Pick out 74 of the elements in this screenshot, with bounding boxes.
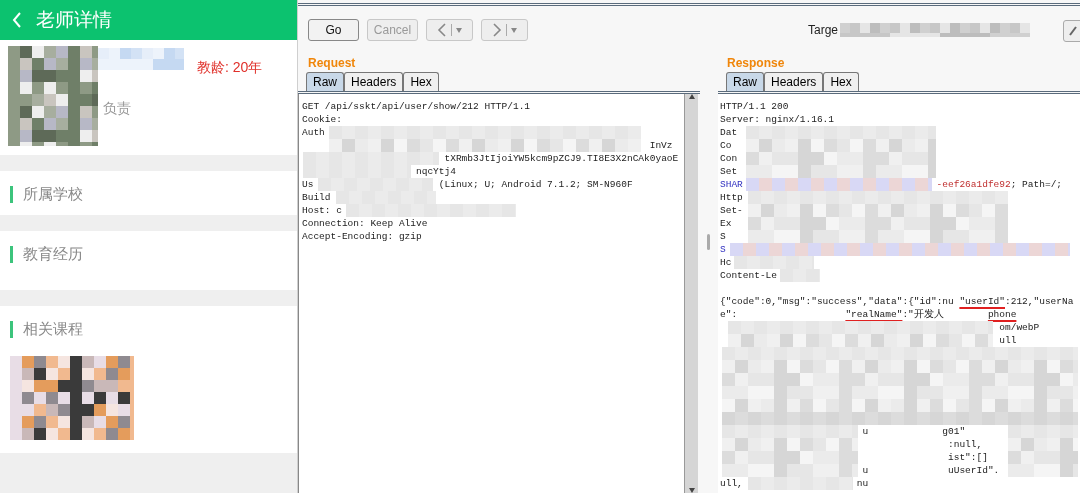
code-text: :null, xyxy=(948,438,983,451)
down-arrow-icon xyxy=(688,488,695,493)
section-marker xyxy=(10,185,13,203)
request-editor[interactable] xyxy=(298,94,684,493)
code-text: S xyxy=(720,230,726,243)
code-text: "userId":212,"userNa xyxy=(959,295,1074,308)
toolbar-button[interactable]: Go xyxy=(308,19,359,41)
code-text: e": xyxy=(720,308,738,321)
code-text: uUserId". xyxy=(948,464,1000,477)
code-text: phone xyxy=(987,308,1017,321)
code-text: Http xyxy=(720,191,743,204)
code-text: "realName":"开发人 xyxy=(845,308,944,321)
code-text: Host: c xyxy=(302,204,342,217)
code-text: Cookie: xyxy=(302,113,342,126)
response-editor[interactable] xyxy=(718,94,1080,493)
code-text: {"code":0,"msg":"success","data":{"id":nu xyxy=(720,295,954,308)
code-text: HTTP/1.1 200 xyxy=(720,100,789,113)
tab[interactable]: Hex xyxy=(403,72,439,91)
chevron-right-icon xyxy=(492,23,502,37)
code-text: Set- xyxy=(720,204,743,217)
caret-icon xyxy=(456,27,462,33)
code-text: nu xyxy=(856,477,869,490)
edit-button[interactable] xyxy=(1063,20,1080,42)
page-title: 老师详情 xyxy=(36,7,112,32)
code-text: Auth xyxy=(302,126,325,139)
code-text: ull, xyxy=(720,477,743,490)
code-text: u xyxy=(862,425,869,438)
code-text: Accept-Encoding: gzip xyxy=(302,230,422,243)
code-text: InVz xyxy=(649,139,673,152)
code-text: Content-Le xyxy=(720,269,777,282)
target-label: Targe xyxy=(807,22,838,39)
code-text: -eef26a1dfe92; Path=/; xyxy=(936,178,1063,191)
section-marker xyxy=(10,320,13,338)
code-text: u xyxy=(862,464,869,477)
role-text: 负责 xyxy=(103,99,131,118)
code-text: Dat xyxy=(720,126,738,139)
tab[interactable]: Headers xyxy=(344,72,404,91)
code-text: GET /api/sskt/api/user/show/212 HTTP/1.1 xyxy=(302,100,531,113)
code-text: Server: nginx/1.16.1 xyxy=(720,113,835,126)
panel-title: Response xyxy=(726,55,786,70)
code-text: Connection: Keep Alive xyxy=(302,217,428,230)
code-text: Us xyxy=(302,178,314,191)
tab[interactable]: Raw xyxy=(726,72,764,91)
chevron-left-icon xyxy=(437,23,447,37)
code-text: S xyxy=(720,243,726,256)
section-marker xyxy=(10,245,13,263)
scrollbar[interactable] xyxy=(684,94,698,493)
caret-icon xyxy=(511,27,517,33)
code-text: g01" xyxy=(942,425,966,438)
code-text: Set xyxy=(720,165,738,178)
code-text: om/webP xyxy=(999,321,1040,334)
tab[interactable]: Hex xyxy=(823,72,859,91)
code-text: Co xyxy=(720,139,732,152)
code-text: Ex xyxy=(720,217,732,230)
section-title: 教育经历 xyxy=(23,244,83,264)
teaching-years: 教龄: 20年 xyxy=(197,58,263,77)
code-text: Build xyxy=(302,191,331,204)
code-text: tXRmb3JtIjoiYW5kcm9pZCJ9.TI8E3X2nCAk0yaoE xyxy=(444,152,679,165)
section-title: 相关课程 xyxy=(23,319,83,339)
tab[interactable]: Headers xyxy=(764,72,824,91)
section-title: 所属学校 xyxy=(23,184,83,204)
code-text: ist":[] xyxy=(948,451,988,464)
code-text: ull xyxy=(999,334,1017,347)
back-icon[interactable] xyxy=(12,12,22,28)
tab[interactable]: Raw xyxy=(306,72,344,91)
code-text: SHAR xyxy=(720,178,743,191)
code-text: (Linux; U; Android 7.1.2; SM-N960F xyxy=(438,178,633,191)
panel-title: Request xyxy=(307,55,357,70)
code-text: nqcYtj4 xyxy=(416,165,456,178)
up-arrow-icon xyxy=(688,94,695,99)
code-text: Con xyxy=(720,152,738,165)
code-text: Hc xyxy=(720,256,732,269)
scroll-thumb[interactable] xyxy=(707,234,710,250)
pencil-icon xyxy=(1068,25,1078,37)
